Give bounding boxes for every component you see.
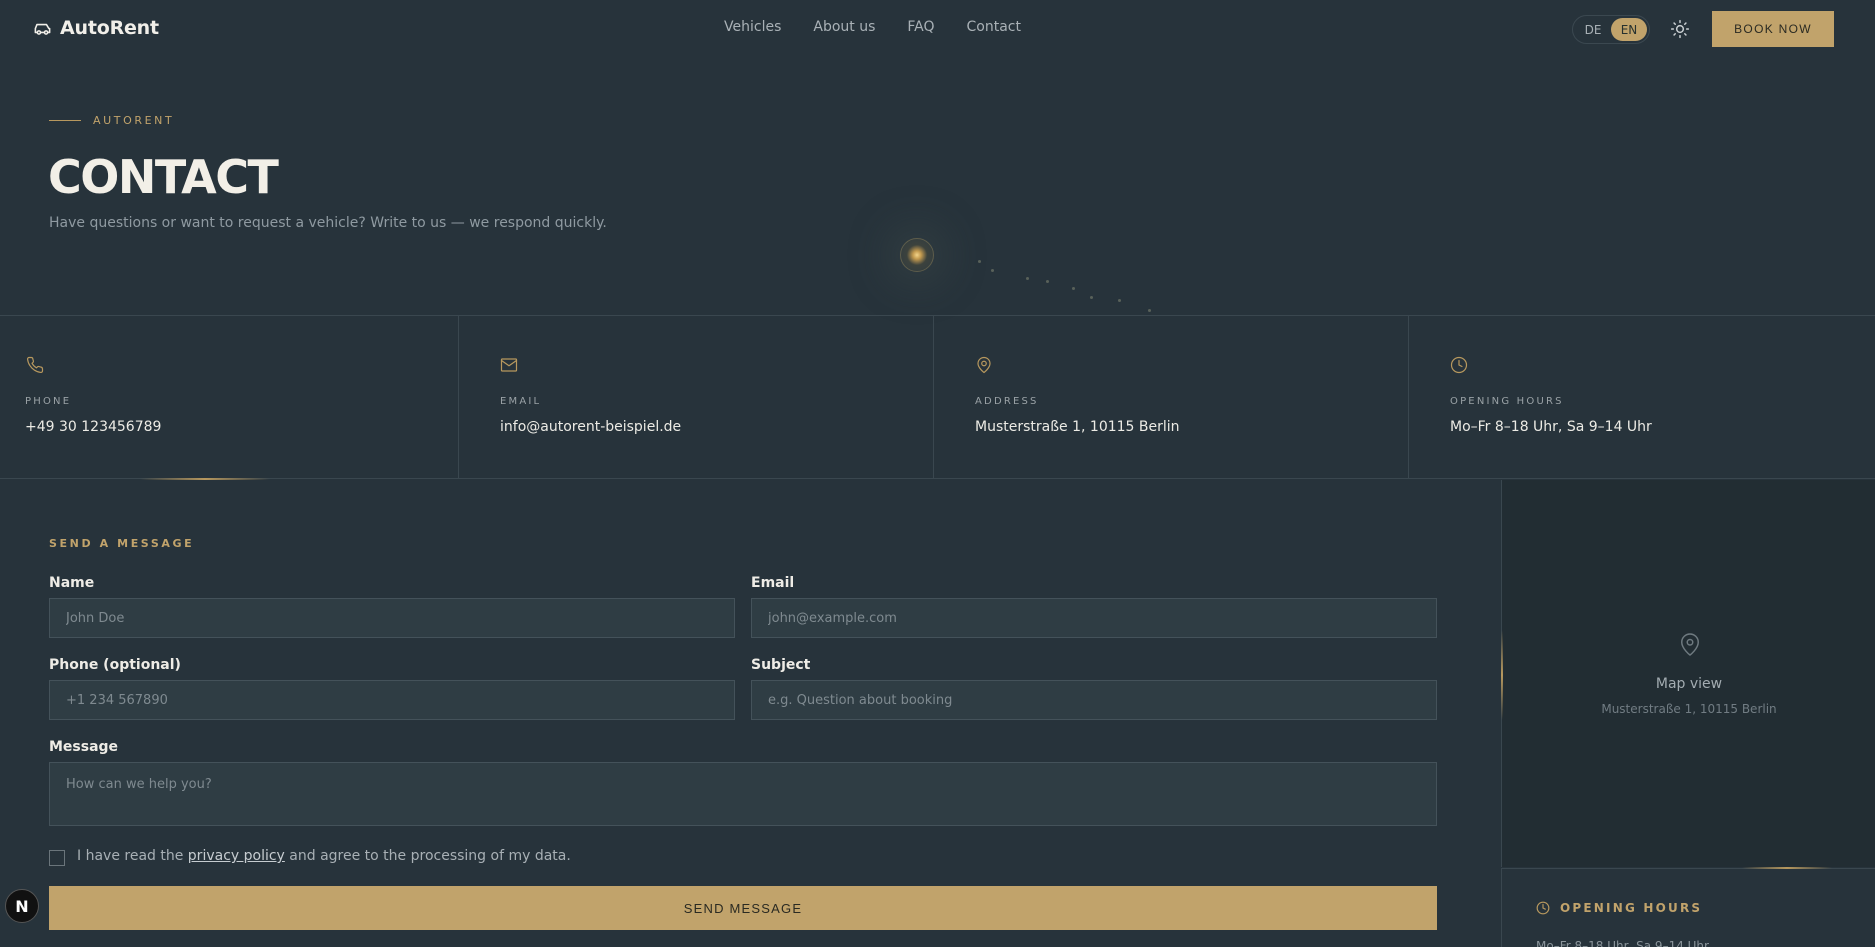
- mail-icon: [500, 358, 518, 372]
- glow-orb: [900, 238, 934, 272]
- nav-vehicles[interactable]: Vehicles: [724, 19, 781, 35]
- phone-value[interactable]: +49 30 123456789: [25, 419, 161, 435]
- nav-about-us[interactable]: About us: [813, 19, 875, 35]
- clock-icon: [1450, 356, 1468, 374]
- brand-name: AutoRent: [60, 17, 159, 39]
- info-card-phone: PHONE +49 30 123456789: [0, 316, 458, 479]
- dev-tools-badge[interactable]: N: [5, 889, 39, 923]
- eyebrow-line: [49, 120, 81, 121]
- map-address: Musterstraße 1, 10115 Berlin: [1601, 702, 1777, 716]
- map-title: Map view: [1655, 676, 1723, 692]
- consent-text: I have read the privacy policy and agree…: [77, 848, 571, 864]
- info-card-hours: OPENING HOURS Mo–Fr 8–18 Uhr, Sa 9–14 Uh…: [1408, 316, 1875, 479]
- message-textarea[interactable]: [49, 762, 1437, 826]
- phone-label: Phone (optional): [49, 657, 181, 673]
- hours-panel: OPENING HOURS Mo–Fr 8–18 Uhr, Sa 9–14 Uh…: [1501, 867, 1875, 947]
- consent-checkbox[interactable]: [49, 850, 65, 866]
- accent-line: [1742, 867, 1832, 869]
- main-nav: Vehicles About us FAQ Contact: [724, 19, 1021, 35]
- message-label: Message: [49, 739, 119, 755]
- info-label: PHONE: [25, 396, 72, 407]
- privacy-policy-link[interactable]: privacy policy: [188, 848, 285, 864]
- form-section-label: SEND A MESSAGE: [49, 537, 195, 550]
- contact-info-strip: PHONE +49 30 123456789 EMAIL info@autore…: [0, 315, 1875, 480]
- info-label: EMAIL: [500, 396, 542, 407]
- lang-de[interactable]: DE: [1575, 18, 1611, 41]
- info-card-email: EMAIL info@autorent-beispiel.de: [458, 316, 933, 479]
- email-input[interactable]: [751, 598, 1437, 638]
- name-input[interactable]: [49, 598, 735, 638]
- hero-eyebrow: AUTORENT: [49, 114, 174, 127]
- clock-icon: [1536, 901, 1550, 915]
- name-label: Name: [49, 575, 95, 591]
- info-card-address: ADDRESS Musterstraße 1, 10115 Berlin: [933, 316, 1408, 479]
- map-pin-icon: [977, 356, 991, 374]
- nav-contact[interactable]: Contact: [967, 19, 1021, 35]
- language-toggle: DE EN: [1572, 15, 1650, 44]
- hours-title: OPENING HOURS: [1560, 901, 1703, 915]
- info-label: OPENING HOURS: [1450, 396, 1564, 407]
- lang-en[interactable]: EN: [1611, 18, 1647, 41]
- phone-icon: [26, 356, 44, 374]
- subject-label: Subject: [751, 657, 811, 673]
- site-header: AutoRent Vehicles About us FAQ Contact D…: [0, 0, 1875, 58]
- info-label: ADDRESS: [975, 396, 1039, 407]
- hours-text: Mo–Fr 8–18 Uhr, Sa 9–14 Uhr: [1536, 939, 1709, 947]
- sun-icon[interactable]: [1670, 19, 1690, 39]
- page-subtitle: Have questions or want to request a vehi…: [49, 215, 607, 231]
- hours-heading: OPENING HOURS: [1536, 901, 1702, 915]
- contact-form: SEND A MESSAGE Name Email Phone (optiona…: [0, 480, 1501, 947]
- page-title: CONTACT: [48, 150, 279, 204]
- send-message-button[interactable]: SEND MESSAGE: [49, 886, 1437, 930]
- consent-prefix: I have read the: [77, 848, 188, 864]
- subject-input[interactable]: [751, 680, 1437, 720]
- eyebrow-text: AUTORENT: [93, 114, 175, 127]
- map-panel[interactable]: Map view Musterstraße 1, 10115 Berlin: [1501, 480, 1875, 867]
- brand-logo[interactable]: AutoRent: [33, 17, 159, 39]
- email-value[interactable]: info@autorent-beispiel.de: [500, 419, 681, 435]
- map-pin-icon: [1681, 633, 1699, 656]
- nav-faq[interactable]: FAQ: [907, 19, 934, 35]
- car-icon: [34, 23, 51, 35]
- address-value: Musterstraße 1, 10115 Berlin: [975, 419, 1180, 435]
- consent-suffix: and agree to the processing of my data.: [284, 848, 571, 864]
- phone-input[interactable]: [49, 680, 735, 720]
- book-now-button[interactable]: BOOK NOW: [1712, 11, 1834, 47]
- email-label: Email: [751, 575, 795, 591]
- hours-value: Mo–Fr 8–18 Uhr, Sa 9–14 Uhr: [1450, 419, 1652, 435]
